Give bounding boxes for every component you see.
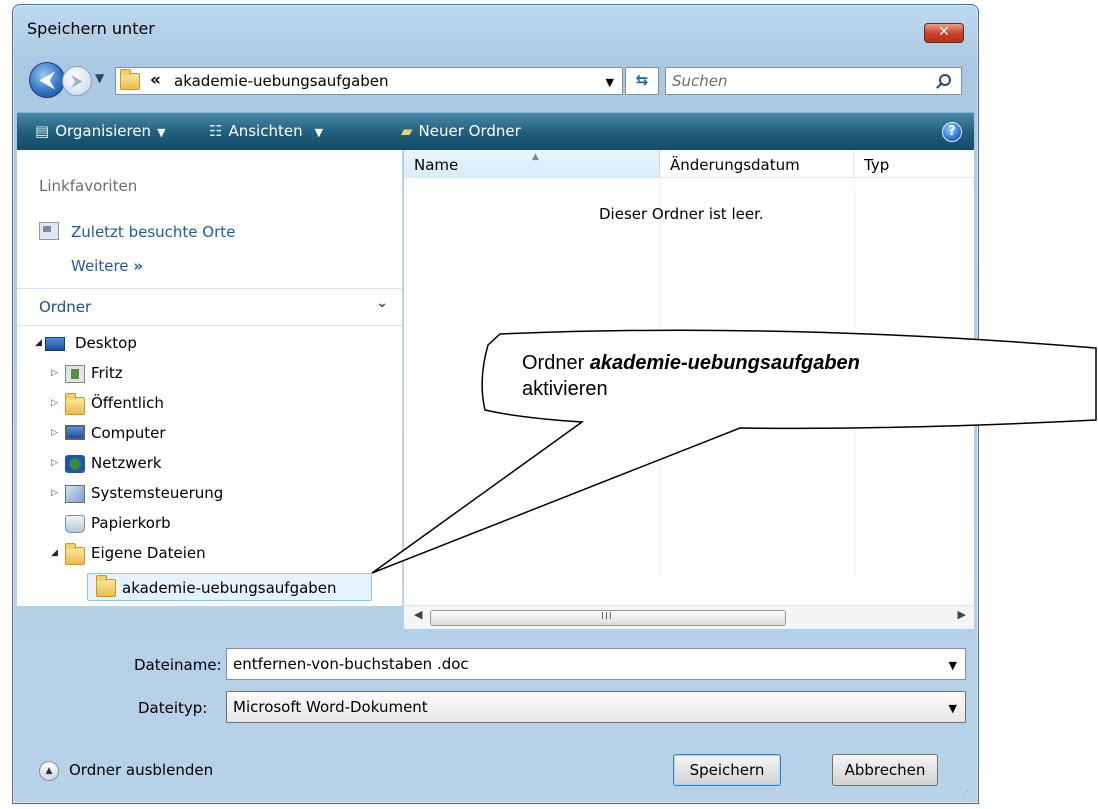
callout-text: Ordner akademie-uebungsaufgaben aktivier…	[522, 350, 1062, 402]
callout-emphasis: akademie-uebungsaufgaben	[589, 352, 860, 374]
callout-suffix: aktivieren	[522, 378, 608, 400]
callout-prefix: Ordner	[522, 352, 590, 374]
callout-bubble	[371, 329, 1097, 574]
